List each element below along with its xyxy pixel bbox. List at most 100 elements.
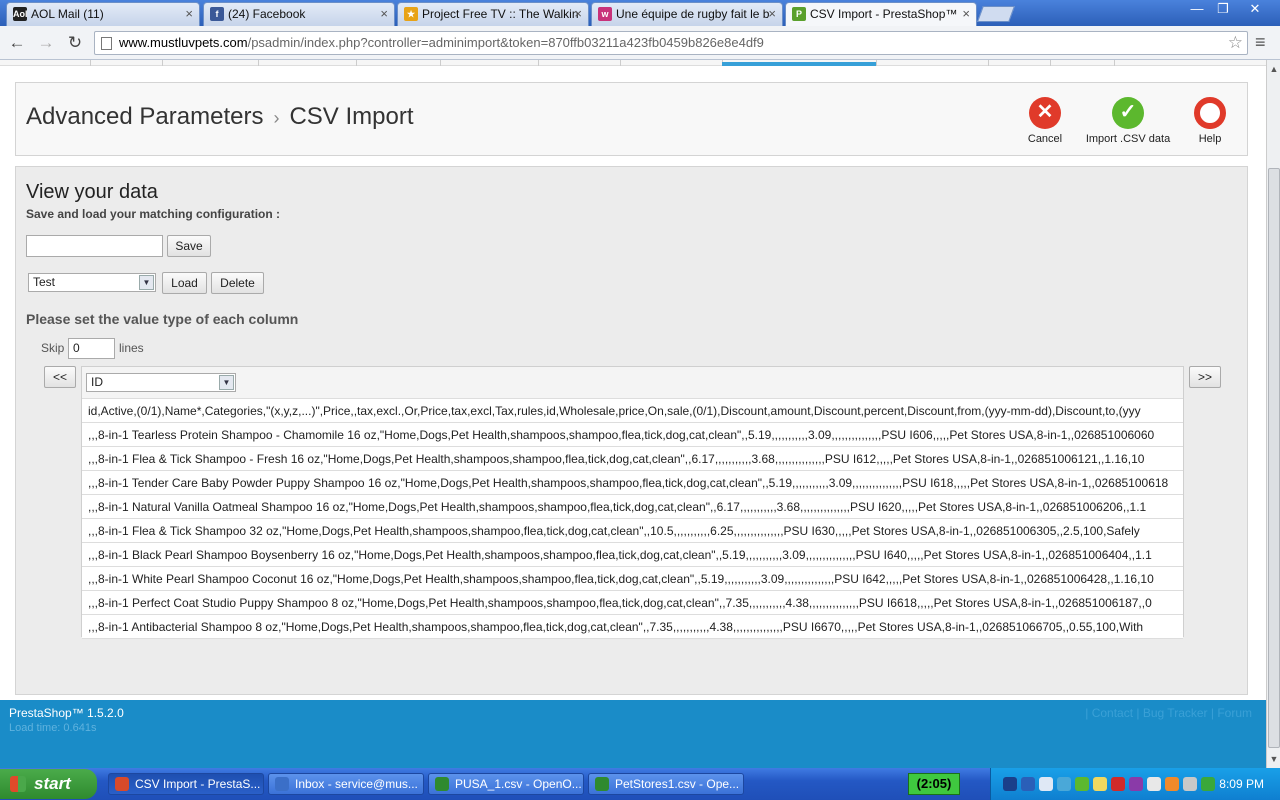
close-window-icon[interactable]: ✕ xyxy=(1240,0,1270,18)
tab-csv-import[interactable]: P CSV Import - PrestaShop™ × xyxy=(785,2,977,27)
back-icon[interactable]: ← xyxy=(6,32,28,54)
config-name-input[interactable] xyxy=(26,235,163,257)
table-row: id,Active,(0/1),Name*,Categories,"(x,y,z… xyxy=(82,399,1183,423)
table-row: ,,,8-in-1 Perfect Coat Studio Puppy Sham… xyxy=(82,591,1183,615)
column-type-select[interactable]: ID ▼ xyxy=(86,373,236,392)
delete-button[interactable]: Delete xyxy=(211,272,264,294)
reload-icon[interactable]: ↻ xyxy=(64,32,86,54)
aol-icon: Aol xyxy=(13,7,28,21)
config-selected: Test xyxy=(33,275,56,289)
help-button[interactable]: Help xyxy=(1193,97,1227,145)
tab-facebook[interactable]: f (24) Facebook × xyxy=(203,2,395,26)
table-row: ,,,8-in-1 Black Pearl Shampoo Boysenberr… xyxy=(82,543,1183,567)
table-row: ,,,8-in-1 Flea & Tick Shampoo 32 oz,"Hom… xyxy=(82,519,1183,543)
thunderbird-icon xyxy=(275,777,289,791)
close-icon[interactable]: × xyxy=(768,3,776,25)
address-bar[interactable]: www.mustluvpets.com/psadmin/index.php?co… xyxy=(94,31,1248,55)
timer-widget[interactable]: (2:05) xyxy=(908,773,960,795)
spreadsheet-icon xyxy=(435,777,449,791)
pdf-icon[interactable] xyxy=(1111,777,1125,791)
tab-aol-mail[interactable]: Aol AOL Mail (11) × xyxy=(6,2,200,26)
check-icon: ✓ xyxy=(1112,97,1144,129)
tab-project-free-tv[interactable]: ★ Project Free TV :: The Walkin × xyxy=(397,2,589,26)
tray-icon[interactable] xyxy=(1093,777,1107,791)
close-icon[interactable]: × xyxy=(185,3,193,25)
tab-title: CSV Import - PrestaShop™ xyxy=(810,7,958,21)
menu-icon[interactable]: ≡ xyxy=(1255,32,1266,53)
vertical-scrollbar[interactable]: ▲ ▼ xyxy=(1266,60,1280,768)
save-config-label: Save and load your matching configuratio… xyxy=(26,207,281,221)
wizz-icon: w xyxy=(598,7,612,21)
table-row: ,,,8-in-1 White Pearl Shampoo Coconut 16… xyxy=(82,567,1183,591)
footer-links[interactable]: | Contact | Bug Tracker | Forum xyxy=(1085,706,1252,720)
tray-icon[interactable] xyxy=(1075,777,1089,791)
restore-icon[interactable]: ❐ xyxy=(1210,0,1236,18)
taskbar-item-chrome[interactable]: CSV Import - PrestaS... xyxy=(108,773,264,795)
table-row: ,,,8-in-1 Tearless Protein Shampoo - Cha… xyxy=(82,423,1183,447)
page-icon xyxy=(101,37,112,50)
network-icon[interactable] xyxy=(1021,777,1035,791)
close-icon[interactable]: × xyxy=(962,3,970,25)
skip-lines-input[interactable]: 0 xyxy=(68,338,115,359)
import-panel: View your data Save and load your matchi… xyxy=(15,166,1248,695)
save-button[interactable]: Save xyxy=(167,235,211,257)
start-button[interactable]: start xyxy=(0,769,97,799)
import-label: Import .CSV data xyxy=(1085,133,1171,145)
config-select[interactable]: Test ▼ xyxy=(28,273,156,292)
section-title: Please set the value type of each column xyxy=(26,311,299,327)
tray-icon[interactable] xyxy=(1129,777,1143,791)
task-label: CSV Import - PrestaS... xyxy=(135,777,261,791)
tray-icon[interactable] xyxy=(1057,777,1071,791)
tray-icon[interactable] xyxy=(1003,777,1017,791)
table-row: ,,,8-in-1 Antibacterial Shampoo 8 oz,"Ho… xyxy=(82,615,1183,639)
page-title: CSV Import xyxy=(289,103,414,130)
import-csv-button[interactable]: ✓ Import .CSV data xyxy=(1085,97,1171,145)
tab-rugby[interactable]: w Une équipe de rugby fait le b × xyxy=(591,2,783,26)
taskbar-item-inbox[interactable]: Inbox - service@mus... xyxy=(268,773,424,795)
breadcrumb-parent[interactable]: Advanced Parameters xyxy=(26,103,263,130)
panel-title: View your data xyxy=(26,181,158,203)
spreadsheet-icon xyxy=(595,777,609,791)
lines-label: lines xyxy=(119,341,144,355)
facebook-icon: f xyxy=(210,7,224,21)
table-header: ID ▼ xyxy=(82,367,1183,399)
taskbar-item-petstores-csv[interactable]: PetStores1.csv - Ope... xyxy=(588,773,744,795)
breadcrumb: Advanced Parameters › CSV Import xyxy=(26,103,414,131)
minimize-icon[interactable]: — xyxy=(1184,0,1210,18)
column-type-selected: ID xyxy=(91,375,103,389)
previous-column-button[interactable]: << xyxy=(44,366,76,388)
page-header: Advanced Parameters › CSV Import ✕ Cancel … xyxy=(15,82,1248,156)
page-content: Advanced Parameters › CSV Import ✕ Cancel … xyxy=(0,60,1266,768)
tray-icon[interactable] xyxy=(1183,777,1197,791)
next-column-button[interactable]: >> xyxy=(1189,366,1221,388)
tray-icon[interactable] xyxy=(1201,777,1215,791)
close-icon[interactable]: × xyxy=(574,3,582,25)
taskbar-item-pusa-csv[interactable]: PUSA_1.csv - OpenO... xyxy=(428,773,584,795)
scroll-down-icon[interactable]: ▼ xyxy=(1267,752,1280,766)
clock[interactable]: 8:09 PM xyxy=(1219,777,1264,791)
chevron-down-icon: ▼ xyxy=(219,375,234,390)
task-label: PUSA_1.csv - OpenO... xyxy=(455,777,582,791)
admin-nav-bar xyxy=(0,60,1266,66)
skip-label: Skip xyxy=(41,341,65,355)
bookmark-star-icon[interactable]: ☆ xyxy=(1228,32,1243,54)
footer: PrestaShop™ 1.5.2.0 Load time: 0.641s | … xyxy=(0,700,1266,768)
close-icon[interactable]: × xyxy=(380,3,388,25)
cancel-button[interactable]: ✕ Cancel xyxy=(1027,97,1063,145)
admin-nav-current[interactable] xyxy=(722,62,876,66)
task-label: PetStores1.csv - Ope... xyxy=(615,777,740,791)
new-tab-button[interactable] xyxy=(977,6,1015,22)
chrome-icon xyxy=(115,777,129,791)
browser-tab-strip: Aol AOL Mail (11) × f (24) Facebook × ★ … xyxy=(0,0,1280,27)
volume-icon[interactable] xyxy=(1039,777,1053,791)
forward-icon[interactable]: → xyxy=(35,32,57,54)
tray-icon[interactable] xyxy=(1165,777,1179,791)
load-button[interactable]: Load xyxy=(162,272,207,294)
windows-taskbar: start CSV Import - PrestaS... Inbox - se… xyxy=(0,768,1280,800)
tray-icon[interactable] xyxy=(1147,777,1161,791)
task-label: Inbox - service@mus... xyxy=(295,777,418,791)
chevron-right-icon: › xyxy=(273,108,280,128)
scrollbar-thumb[interactable] xyxy=(1268,168,1280,748)
projectfreetv-icon: ★ xyxy=(404,7,418,21)
scroll-up-icon[interactable]: ▲ xyxy=(1267,62,1280,76)
